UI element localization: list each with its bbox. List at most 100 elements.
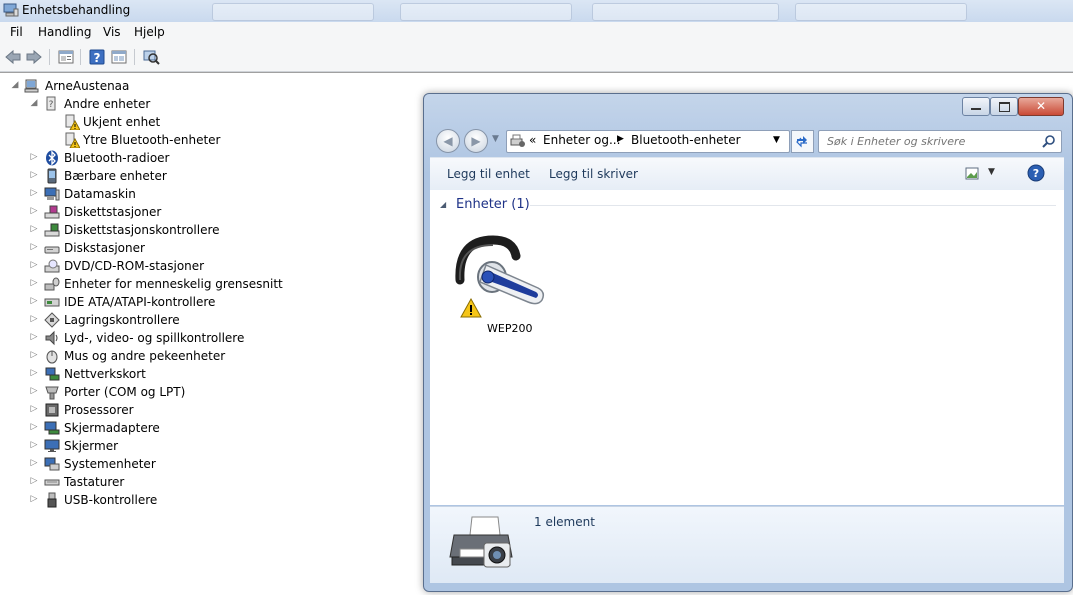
add-printer-button[interactable]: Legg til skriver	[549, 167, 638, 181]
forward-button[interactable]: ▶	[464, 129, 488, 153]
breadcrumb-overflow[interactable]: «	[529, 133, 536, 147]
expand-arrow-icon[interactable]: ▷	[29, 332, 39, 342]
tree-category[interactable]: ▷ Lagringskontrollere	[0, 311, 300, 329]
expand-arrow-icon[interactable]: ▷	[29, 188, 39, 198]
collapse-arrow-icon[interactable]: ◢	[29, 98, 39, 108]
breadcrumb-segment-bluetooth[interactable]: Bluetooth-enheter	[631, 133, 741, 147]
tree-device[interactable]: Ukjent enhet	[0, 113, 300, 131]
tree-category[interactable]: ▷ Diskstasjoner	[0, 239, 300, 257]
menu-file[interactable]: Fil	[10, 25, 23, 39]
expand-arrow-icon[interactable]: ▷	[29, 152, 39, 162]
close-icon: ✕	[1035, 99, 1047, 113]
group-collapse-arrow-icon[interactable]: ◢	[440, 200, 446, 209]
tree-category[interactable]: ▷ Mus og andre pekeenheter	[0, 347, 300, 365]
tree-category[interactable]: ▷ Lyd-, video- og spillkontrollere	[0, 329, 300, 347]
tree-root-label: ArneAustenaa	[45, 79, 130, 93]
search-icon[interactable]	[1042, 134, 1056, 148]
breadcrumb-separator-icon[interactable]: ▶	[617, 134, 624, 144]
tree-category[interactable]: ▷ Porter (COM og LPT)	[0, 383, 300, 401]
devices-window: ✕ ◀ ▶ ▼ « Enheter og... ▶ Bluetooth-enhe…	[423, 93, 1073, 592]
expand-arrow-icon[interactable]: ▷	[29, 350, 39, 360]
tree-category[interactable]: ▷ Prosessorer	[0, 401, 300, 419]
address-bar[interactable]: « Enheter og... ▶ Bluetooth-enheter ▼	[506, 130, 790, 153]
expand-arrow-icon[interactable]: ▷	[29, 386, 39, 396]
refresh-button[interactable]	[791, 130, 814, 153]
storage-controller-icon	[44, 312, 60, 328]
port-icon	[45, 386, 59, 400]
unknown-device-icon: ?	[46, 96, 56, 111]
expand-arrow-icon[interactable]: ▷	[29, 296, 39, 306]
help-icon[interactable]: ?	[88, 48, 106, 66]
change-view-icon[interactable]	[965, 167, 979, 180]
tree-category-label: Datamaskin	[64, 187, 136, 201]
menu-view[interactable]: Vis	[103, 25, 121, 39]
expand-arrow-icon[interactable]: ▷	[29, 476, 39, 486]
expand-arrow-icon[interactable]: ▷	[29, 368, 39, 378]
expand-arrow-icon[interactable]: ▷	[29, 260, 39, 270]
menu-help[interactable]: Hjelp	[134, 25, 165, 39]
tree-category[interactable]: ▷ Skjermadaptere	[0, 419, 300, 437]
close-button[interactable]: ✕	[1018, 97, 1064, 116]
expand-arrow-icon[interactable]: ▷	[29, 404, 39, 414]
view-dropdown-icon[interactable]: ▼	[988, 167, 995, 177]
status-count: 1 element	[534, 515, 595, 529]
tree-category[interactable]: ▷ Enheter for menneskelig grensesnitt	[0, 275, 300, 293]
back-button[interactable]: ◀	[436, 129, 460, 153]
tree-category[interactable]: ▷ Diskettstasjoner	[0, 203, 300, 221]
menu-action[interactable]: Handling	[38, 25, 92, 39]
tree-category[interactable]: ▷ Diskettstasjonskontrollere	[0, 221, 300, 239]
tree-category-label: USB-kontrollere	[64, 493, 158, 507]
expand-arrow-icon[interactable]: ▷	[29, 314, 39, 324]
display-adapter-icon	[44, 421, 60, 435]
tree-category-label: Enheter for menneskelig grensesnitt	[64, 277, 283, 291]
address-dropdown-icon[interactable]: ▼	[773, 135, 780, 145]
portable-device-icon	[47, 168, 57, 184]
tree-category[interactable]: ▷ USB-kontrollere	[0, 491, 300, 509]
expand-arrow-icon[interactable]: ▷	[29, 278, 39, 288]
expand-arrow-icon[interactable]: ▷	[29, 206, 39, 216]
tree-category-label: Bluetooth-radioer	[64, 151, 170, 165]
help-icon[interactable]: ?	[1027, 164, 1045, 182]
history-dropdown-icon[interactable]: ▼	[492, 134, 499, 144]
back-arrow-icon[interactable]	[4, 48, 22, 66]
expand-arrow-icon[interactable]: ▷	[29, 422, 39, 432]
tree-device[interactable]: Ytre Bluetooth-enheter	[0, 131, 300, 149]
tree-category[interactable]: ▷ Datamaskin	[0, 185, 300, 203]
device-tile[interactable]: WEP200	[448, 230, 548, 340]
search-input[interactable]	[825, 133, 1035, 150]
expand-arrow-icon[interactable]: ▷	[29, 242, 39, 252]
mouse-icon	[46, 350, 58, 364]
tree-category[interactable]: ▷ Bluetooth-radioer	[0, 149, 300, 167]
forward-arrow-icon[interactable]	[25, 48, 43, 66]
expand-arrow-icon[interactable]: ▷	[29, 494, 39, 504]
tree-category[interactable]: ▷ DVD/CD-ROM-stasjoner	[0, 257, 300, 275]
view-icon[interactable]	[110, 48, 128, 66]
tree-category-label: Nettverkskort	[64, 367, 146, 381]
minimize-button[interactable]	[962, 97, 990, 116]
expand-arrow-icon[interactable]: ▷	[29, 224, 39, 234]
tree-category[interactable]: ▷ Bærbare enheter	[0, 167, 300, 185]
group-header[interactable]: Enheter (1)	[456, 197, 530, 212]
network-adapter-icon	[45, 367, 60, 381]
tree-category[interactable]: ▷ Tastaturer	[0, 473, 300, 491]
maximize-button[interactable]	[990, 97, 1018, 116]
tree-category[interactable]: ▷ IDE ATA/ATAPI-kontrollere	[0, 293, 300, 311]
tree-category[interactable]: ▷ Nettverkskort	[0, 365, 300, 383]
properties-icon[interactable]	[57, 48, 75, 66]
expand-arrow-icon[interactable]: ▷	[29, 170, 39, 180]
tree-category[interactable]: ◢ ? Andre enheter	[0, 95, 300, 113]
tree-root[interactable]: ◢ ArneAustenaa	[0, 77, 300, 95]
floppy-controller-icon	[44, 223, 60, 237]
tree-category-label: IDE ATA/ATAPI-kontrollere	[64, 295, 216, 309]
breadcrumb-segment-devices[interactable]: Enheter og...	[543, 133, 620, 147]
search-box[interactable]	[818, 130, 1062, 153]
scan-hardware-icon[interactable]	[142, 48, 160, 66]
tree-category[interactable]: ▷ Systemenheter	[0, 455, 300, 473]
tree-category[interactable]: ▷ Skjermer	[0, 437, 300, 455]
expand-arrow-icon[interactable]: ▷	[29, 458, 39, 468]
add-device-button[interactable]: Legg til enhet	[447, 167, 530, 181]
expand-arrow-icon[interactable]: ▷	[29, 440, 39, 450]
tree-category-label: Diskettstasjoner	[64, 205, 162, 219]
refresh-icon	[796, 136, 807, 148]
collapse-arrow-icon[interactable]: ◢	[10, 80, 20, 90]
